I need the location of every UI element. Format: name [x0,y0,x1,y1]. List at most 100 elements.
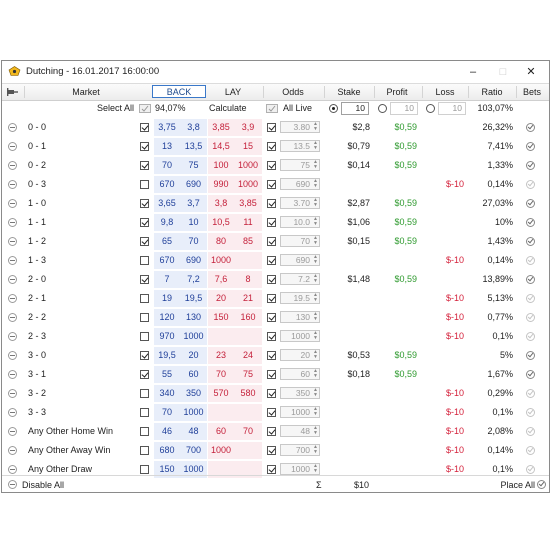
all-live-label[interactable]: All Live [283,100,319,117]
odds-spinner[interactable]: 70 ▲ ▼ [280,235,320,247]
disable-all-icon[interactable] [8,480,17,489]
odds-spinner[interactable]: 19.5 ▲ ▼ [280,292,320,304]
place-bet-icon[interactable] [526,313,535,322]
odds-spinner[interactable]: 3.70 ▲ ▼ [280,197,320,209]
market-checkbox[interactable] [140,389,149,398]
lay-price-1[interactable]: 3,85 [208,118,234,137]
back-price-2[interactable]: 70 [180,232,207,251]
back-price-1[interactable]: 670 [154,175,180,194]
back-price-1[interactable]: 70 [154,403,180,422]
lay-price-2[interactable]: 70 [234,422,262,441]
remove-row-icon[interactable] [8,389,17,398]
odds-checkbox[interactable] [267,275,276,284]
back-price-2[interactable]: 10 [180,213,207,232]
odds-spinner[interactable]: 1000 ▲ ▼ [280,406,320,418]
lay-price-1[interactable]: 100 [208,156,234,175]
place-bet-icon[interactable] [526,218,535,227]
back-price-1[interactable]: 55 [154,365,180,384]
back-price-2[interactable]: 13,5 [180,137,207,156]
back-price-1[interactable]: 13 [154,137,180,156]
back-price-2[interactable]: 19,5 [180,289,207,308]
back-price-2[interactable]: 75 [180,156,207,175]
market-checkbox[interactable] [140,180,149,189]
lay-price-1[interactable]: 990 [208,175,234,194]
back-price-1[interactable]: 7 [154,270,180,289]
place-bet-icon[interactable] [526,142,535,151]
back-price-2[interactable]: 60 [180,365,207,384]
odds-spinner[interactable]: 690 ▲ ▼ [280,178,320,190]
remove-row-icon[interactable] [8,161,17,170]
back-header-button[interactable]: BACK [152,85,206,98]
profit-radio[interactable] [378,104,387,113]
lay-price-2[interactable] [234,441,262,460]
market-checkbox[interactable] [140,351,149,360]
back-price-1[interactable]: 19 [154,289,180,308]
place-bet-icon[interactable] [526,294,535,303]
header-market[interactable]: Market [26,84,146,100]
market-checkbox[interactable] [140,199,149,208]
odds-spinner[interactable]: 690 ▲ ▼ [280,254,320,266]
lay-price-2[interactable] [234,327,262,346]
lay-price-2[interactable]: 1000 [234,175,262,194]
market-checkbox[interactable] [140,465,149,474]
remove-row-icon[interactable] [8,256,17,265]
remove-row-icon[interactable] [8,123,17,132]
lay-header[interactable]: LAY [209,84,257,100]
odds-checkbox[interactable] [267,389,276,398]
remove-row-icon[interactable] [8,275,17,284]
remove-row-icon[interactable] [8,370,17,379]
lay-price-2[interactable]: 3,9 [234,118,262,137]
place-bet-icon[interactable] [526,123,535,132]
remove-row-icon[interactable] [8,180,17,189]
lay-price-1[interactable]: 80 [208,232,234,251]
minimize-button[interactable]: – [460,63,486,81]
back-price-1[interactable]: 670 [154,251,180,270]
lay-price-2[interactable]: 580 [234,384,262,403]
odds-spinner[interactable]: 700 ▲ ▼ [280,444,320,456]
lay-price-1[interactable]: 70 [208,365,234,384]
loss-radio[interactable] [426,104,435,113]
market-checkbox[interactable] [140,237,149,246]
lay-price-1[interactable]: 150 [208,308,234,327]
all-live-icon[interactable] [266,104,278,113]
market-checkbox[interactable] [140,313,149,322]
odds-checkbox[interactable] [267,427,276,436]
odds-spinner[interactable]: 13.5 ▲ ▼ [280,140,320,152]
odds-checkbox[interactable] [267,123,276,132]
lay-price-2[interactable] [234,403,262,422]
remove-row-icon[interactable] [8,332,17,341]
odds-checkbox[interactable] [267,370,276,379]
back-price-1[interactable]: 19,5 [154,346,180,365]
stake-input[interactable]: 10 [341,102,369,115]
odds-spinner[interactable]: 48 ▲ ▼ [280,425,320,437]
odds-spinner[interactable]: 350 ▲ ▼ [280,387,320,399]
market-checkbox[interactable] [140,294,149,303]
lay-price-1[interactable]: 10,5 [208,213,234,232]
remove-row-icon[interactable] [8,142,17,151]
odds-checkbox[interactable] [267,218,276,227]
market-checkbox[interactable] [140,446,149,455]
place-bet-icon[interactable] [526,370,535,379]
odds-checkbox[interactable] [267,180,276,189]
place-all-icon[interactable] [537,480,546,489]
place-bet-icon[interactable] [526,199,535,208]
back-price-1[interactable]: 46 [154,422,180,441]
remove-row-icon[interactable] [8,351,17,360]
back-price-2[interactable]: 1000 [180,403,207,422]
remove-row-icon[interactable] [8,199,17,208]
remove-row-icon[interactable] [8,294,17,303]
lay-price-2[interactable]: 15 [234,137,262,156]
back-price-2[interactable]: 3,7 [180,194,207,213]
lay-price-1[interactable]: 570 [208,384,234,403]
back-price-2[interactable]: 690 [180,251,207,270]
remove-row-icon[interactable] [8,408,17,417]
market-checkbox[interactable] [140,256,149,265]
lay-price-1[interactable]: 1000 [208,251,234,270]
lay-price-1[interactable]: 60 [208,422,234,441]
remove-row-icon[interactable] [8,218,17,227]
odds-spinner[interactable]: 7.2 ▲ ▼ [280,273,320,285]
place-bet-icon[interactable] [526,180,535,189]
odds-checkbox[interactable] [267,161,276,170]
lay-price-1[interactable]: 23 [208,346,234,365]
odds-checkbox[interactable] [267,332,276,341]
